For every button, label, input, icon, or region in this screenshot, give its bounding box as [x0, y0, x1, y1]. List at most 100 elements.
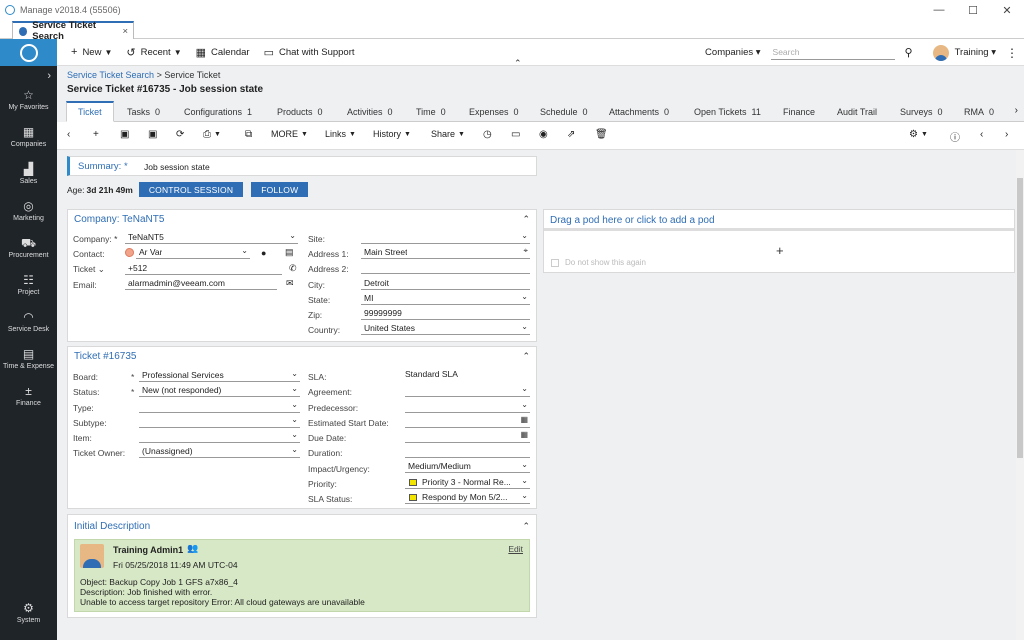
refresh-icon[interactable]: ⟳ [176, 129, 184, 140]
tab-expenses[interactable]: Expenses 0 [469, 101, 519, 122]
add-pod-icon[interactable]: + [776, 243, 784, 258]
contact-field[interactable]: Ar Var ⌄ [136, 246, 250, 259]
ticket-owner-field[interactable]: (Unassigned) ⌄ [139, 445, 300, 458]
tab-time[interactable]: Time 0 [416, 101, 446, 122]
collapse-panel-icon[interactable]: ⌃ [522, 351, 530, 362]
phone-icon[interactable]: ✆ [289, 263, 297, 274]
state-field[interactable]: MI ⌄ [361, 292, 530, 305]
maximize-button[interactable]: ☐ [956, 0, 990, 20]
summary-input[interactable]: Job session state [144, 162, 210, 172]
collapse-panel-icon[interactable]: ⌃ [522, 521, 530, 532]
type-field[interactable]: ⌄ [139, 400, 300, 413]
close-window-button[interactable]: ✕ [990, 0, 1024, 20]
nav-companies[interactable]: ▦ Companies [0, 119, 57, 156]
person-icon[interactable]: ● [261, 248, 266, 258]
nav-finance[interactable]: ± Finance [0, 378, 57, 415]
doc-tab-service-ticket-search[interactable]: Service Ticket Search × [12, 20, 134, 42]
predecessor-field[interactable]: ⌄ [405, 400, 530, 413]
add-icon[interactable]: + [93, 129, 99, 140]
nav-my-favorites[interactable]: ☆ My Favorites [0, 82, 57, 119]
nav-system[interactable]: ⚙ System [0, 595, 57, 632]
chevron-down-icon[interactable]: ⌄ [98, 264, 105, 274]
companies-dropdown[interactable]: Companies ▾ [705, 47, 760, 58]
tab-audit-trail[interactable]: Audit Trail [837, 101, 877, 122]
nav-marketing[interactable]: ◎ Marketing [0, 193, 57, 230]
agreement-field[interactable]: ⌄ [405, 384, 530, 397]
subtype-field[interactable]: ⌄ [139, 415, 300, 428]
zip-field[interactable]: 99999999 [361, 308, 530, 320]
email-field[interactable]: alarmadmin@veeam.com [125, 278, 277, 290]
more-options-icon[interactable]: ⋮ [1006, 46, 1018, 60]
expand-nav-icon[interactable]: › [0, 70, 57, 82]
phone-field[interactable]: +512 [125, 263, 282, 275]
nav-procurement[interactable]: ⛟ Procurement [0, 230, 57, 267]
edit-link[interactable]: Edit [508, 544, 523, 554]
breadcrumb-link[interactable]: Service Ticket Search [67, 70, 154, 80]
nav-project[interactable]: ☷ Project [0, 267, 57, 304]
search-icon[interactable]: ⚲ [905, 46, 913, 59]
city-field[interactable]: Detroit [361, 278, 530, 290]
collapse-panel-icon[interactable]: ⌃ [522, 214, 530, 225]
scrollbar-thumb[interactable] [1017, 178, 1023, 458]
clock-icon[interactable]: ◷ [483, 129, 492, 140]
minimize-button[interactable]: — [922, 0, 956, 20]
sla-status-field[interactable]: Respond by Mon 5/2... ⌄ [405, 491, 530, 504]
tab-surveys[interactable]: Surveys 0 [900, 101, 943, 122]
tab-configurations[interactable]: Configurations 1 [184, 101, 252, 122]
delete-icon[interactable]: 🗑 [595, 129, 608, 140]
tab-attachments[interactable]: Attachments 0 [609, 101, 669, 122]
share-button[interactable]: Share ▼ [431, 129, 465, 139]
nav-sales[interactable]: ▟ Sales [0, 156, 57, 193]
help-icon[interactable]: ⓘ [950, 129, 960, 144]
impact-urgency-field[interactable]: Medium/Medium ⌄ [405, 460, 530, 473]
tab-tasks[interactable]: Tasks 0 [127, 101, 160, 122]
tab-products[interactable]: Products 0 [277, 101, 323, 122]
do-not-show-checkbox[interactable]: Do not show this again [551, 258, 646, 267]
close-tab-icon[interactable]: × [122, 26, 128, 37]
estimated-start-field[interactable]: ▦ [405, 415, 530, 428]
save-icon[interactable]: ▣ [120, 129, 129, 140]
save-close-icon[interactable]: ▣ [148, 129, 157, 140]
tab-ticket[interactable]: Ticket [66, 101, 114, 122]
remote-icon[interactable]: ◉ [539, 129, 548, 140]
user-menu[interactable]: Training ▾ [955, 47, 996, 58]
history-button[interactable]: History ▼ [373, 129, 411, 139]
tab-activities[interactable]: Activities 0 [347, 101, 393, 122]
tab-finance[interactable]: Finance [783, 101, 815, 122]
avatar[interactable] [932, 44, 949, 61]
item-field[interactable]: ⌄ [139, 430, 300, 443]
control-session-button[interactable]: CONTROL SESSION [138, 182, 244, 197]
app-logo[interactable] [0, 39, 57, 66]
duration-field[interactable] [405, 446, 530, 458]
status-field[interactable]: New (not responded) ⌄ [139, 384, 300, 397]
recent-button[interactable]: ↺ Recent ▼ [126, 46, 181, 59]
search-input[interactable] [770, 45, 895, 60]
nav-time-expense[interactable]: ▤ Time & Expense [0, 341, 57, 378]
back-icon[interactable]: ‹ [67, 129, 70, 140]
tab-rma[interactable]: RMA 0 [964, 101, 994, 122]
print-button[interactable]: ⎙ ▼ [203, 129, 221, 140]
calendar-button[interactable]: ▦ Calendar [196, 46, 250, 59]
nav-service-desk[interactable]: ◠ Service Desk [0, 304, 57, 341]
more-button[interactable]: MORE ▼ [271, 129, 308, 139]
add-pod-link[interactable]: Drag a pod here or click to add a pod [550, 215, 715, 226]
message-icon[interactable]: ▤ [285, 247, 294, 258]
vertical-scrollbar[interactable] [1016, 150, 1024, 640]
chevron-right-icon[interactable]: › [1015, 105, 1018, 116]
address2-field[interactable] [361, 262, 530, 274]
tab-schedule[interactable]: Schedule 0 [540, 101, 588, 122]
collapse-header-icon[interactable]: ⌃ [514, 58, 522, 69]
links-button[interactable]: Links ▼ [325, 129, 356, 139]
screen-icon[interactable]: ▭ [511, 129, 520, 140]
company-field[interactable]: TeNaNT5 ⌄ [125, 231, 298, 244]
copy-icon[interactable]: ⧉ [245, 129, 252, 140]
follow-button[interactable]: FOLLOW [251, 182, 309, 197]
external-link-icon[interactable]: ⇗ [567, 129, 575, 140]
site-field[interactable]: ⌄ [361, 231, 530, 244]
chat-support-button[interactable]: ▭ Chat with Support [264, 46, 355, 59]
envelope-icon[interactable]: ✉ [286, 278, 294, 289]
tab-open-tickets[interactable]: Open Tickets 11 [694, 101, 761, 122]
priority-field[interactable]: Priority 3 - Normal Re... ⌄ [405, 476, 530, 489]
country-field[interactable]: United States ⌄ [361, 322, 530, 335]
new-button[interactable]: + New ▼ [71, 46, 112, 58]
